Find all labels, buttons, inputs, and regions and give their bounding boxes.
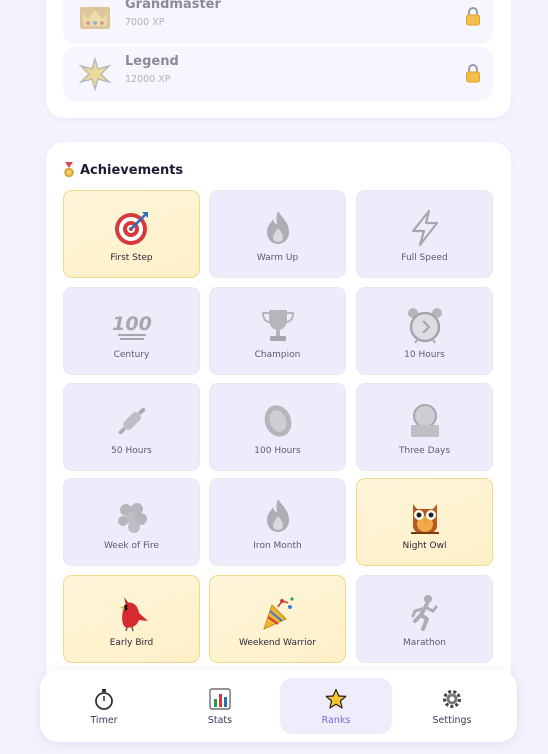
achievement-label: First Step [110,253,153,263]
medal-icon [64,162,74,178]
achievement-marathon[interactable]: Marathon [356,575,493,663]
achievement-champion[interactable]: Champion [209,287,346,375]
achievement-full-speed[interactable]: Full Speed [356,190,493,278]
tab-ranks[interactable]: Ranks [280,678,392,734]
runner-icon [411,595,437,631]
tab-timer[interactable]: Timer [48,678,160,734]
crown-icon [80,7,110,29]
achievement-label: Champion [254,350,301,360]
achievement-label: 10 Hours [404,350,445,360]
achievement-label: Weekend Warrior [239,638,316,648]
lock-icon [466,7,480,26]
achievement-night-owl[interactable]: Night Owl [356,478,493,566]
coin-icon [264,405,291,437]
tab-label: Settings [432,715,472,726]
lock-icon [466,64,480,83]
hundred-icon: 100 [112,313,152,340]
alarm-clock-icon [407,308,442,344]
tab-settings[interactable]: Settings [396,678,508,734]
achievement-three-days[interactable]: Three Days [356,383,493,471]
achievement-label: Iron Month [253,541,302,551]
rank-row-grandmaster[interactable]: Grandmaster 7000 XP [63,0,493,44]
achievement-10-hours[interactable]: 10 Hours [356,287,493,375]
rank-name: Grandmaster [125,0,221,12]
achievement-iron-month[interactable]: Iron Month [209,478,346,566]
achievements-heading: Achievements [62,162,183,178]
achievement-label: Early Bird [109,638,154,648]
achievement-warm-up[interactable]: Warm Up [209,190,346,278]
achievement-label: Century [113,350,150,360]
lightning-icon [411,209,438,247]
achievement-label: Week of Fire [103,541,160,551]
svg-text:100: 100 [112,313,152,335]
star-icon [325,688,347,709]
ranks-card: Grandmaster 7000 XP Legend 12000 XP [46,0,511,118]
party-popper-icon [262,597,294,630]
achievement-week-of-fire[interactable]: Week of Fire [63,478,200,566]
bar-chart-icon [209,688,231,710]
tab-label: Stats [207,715,233,726]
cardinal-bird-icon [119,597,148,632]
grapes-icon [117,503,147,533]
achievement-label: Full Speed [401,253,448,263]
trophy-icon [261,310,294,341]
achievement-label: Three Days [398,446,451,456]
achievement-label: Warm Up [256,253,299,263]
achievement-50-hours[interactable]: 50 Hours [63,383,200,471]
flame-icon [266,211,289,244]
bottom-tab-bar: Timer Stats Ranks Settings [40,670,517,742]
star-burst-icon [78,56,112,92]
target-icon [114,212,148,245]
achievement-label: 50 Hours [111,446,152,456]
achievements-title: Achievements [80,162,184,178]
rank-xp: 7000 XP [125,17,165,28]
tab-label: Timer [90,715,118,726]
globe-stand-icon [410,404,439,437]
tab-stats[interactable]: Stats [164,678,276,734]
owl-icon [410,504,439,534]
rank-name: Legend [125,54,179,69]
achievement-first-step[interactable]: First Step [63,190,200,278]
achievements-card: Achievements First Step Warm Up Full Spe… [46,142,511,702]
rank-xp: 12000 XP [125,74,171,85]
achievement-century[interactable]: 100 Century [63,287,200,375]
achievement-label: Marathon [403,638,446,648]
flame-icon [266,499,289,532]
achievement-weekend-warrior[interactable]: Weekend Warrior [209,575,346,663]
achievement-100-hours[interactable]: 100 Hours [209,383,346,471]
rolling-pin-icon [118,407,145,435]
gear-icon [443,690,461,708]
achievement-early-bird[interactable]: Early Bird [63,575,200,663]
achievement-label: 100 Hours [254,446,301,456]
rank-row-legend[interactable]: Legend 12000 XP [63,47,493,101]
achievement-label: Night Owl [402,541,447,551]
tab-label: Ranks [321,715,351,726]
stopwatch-icon [95,689,113,710]
